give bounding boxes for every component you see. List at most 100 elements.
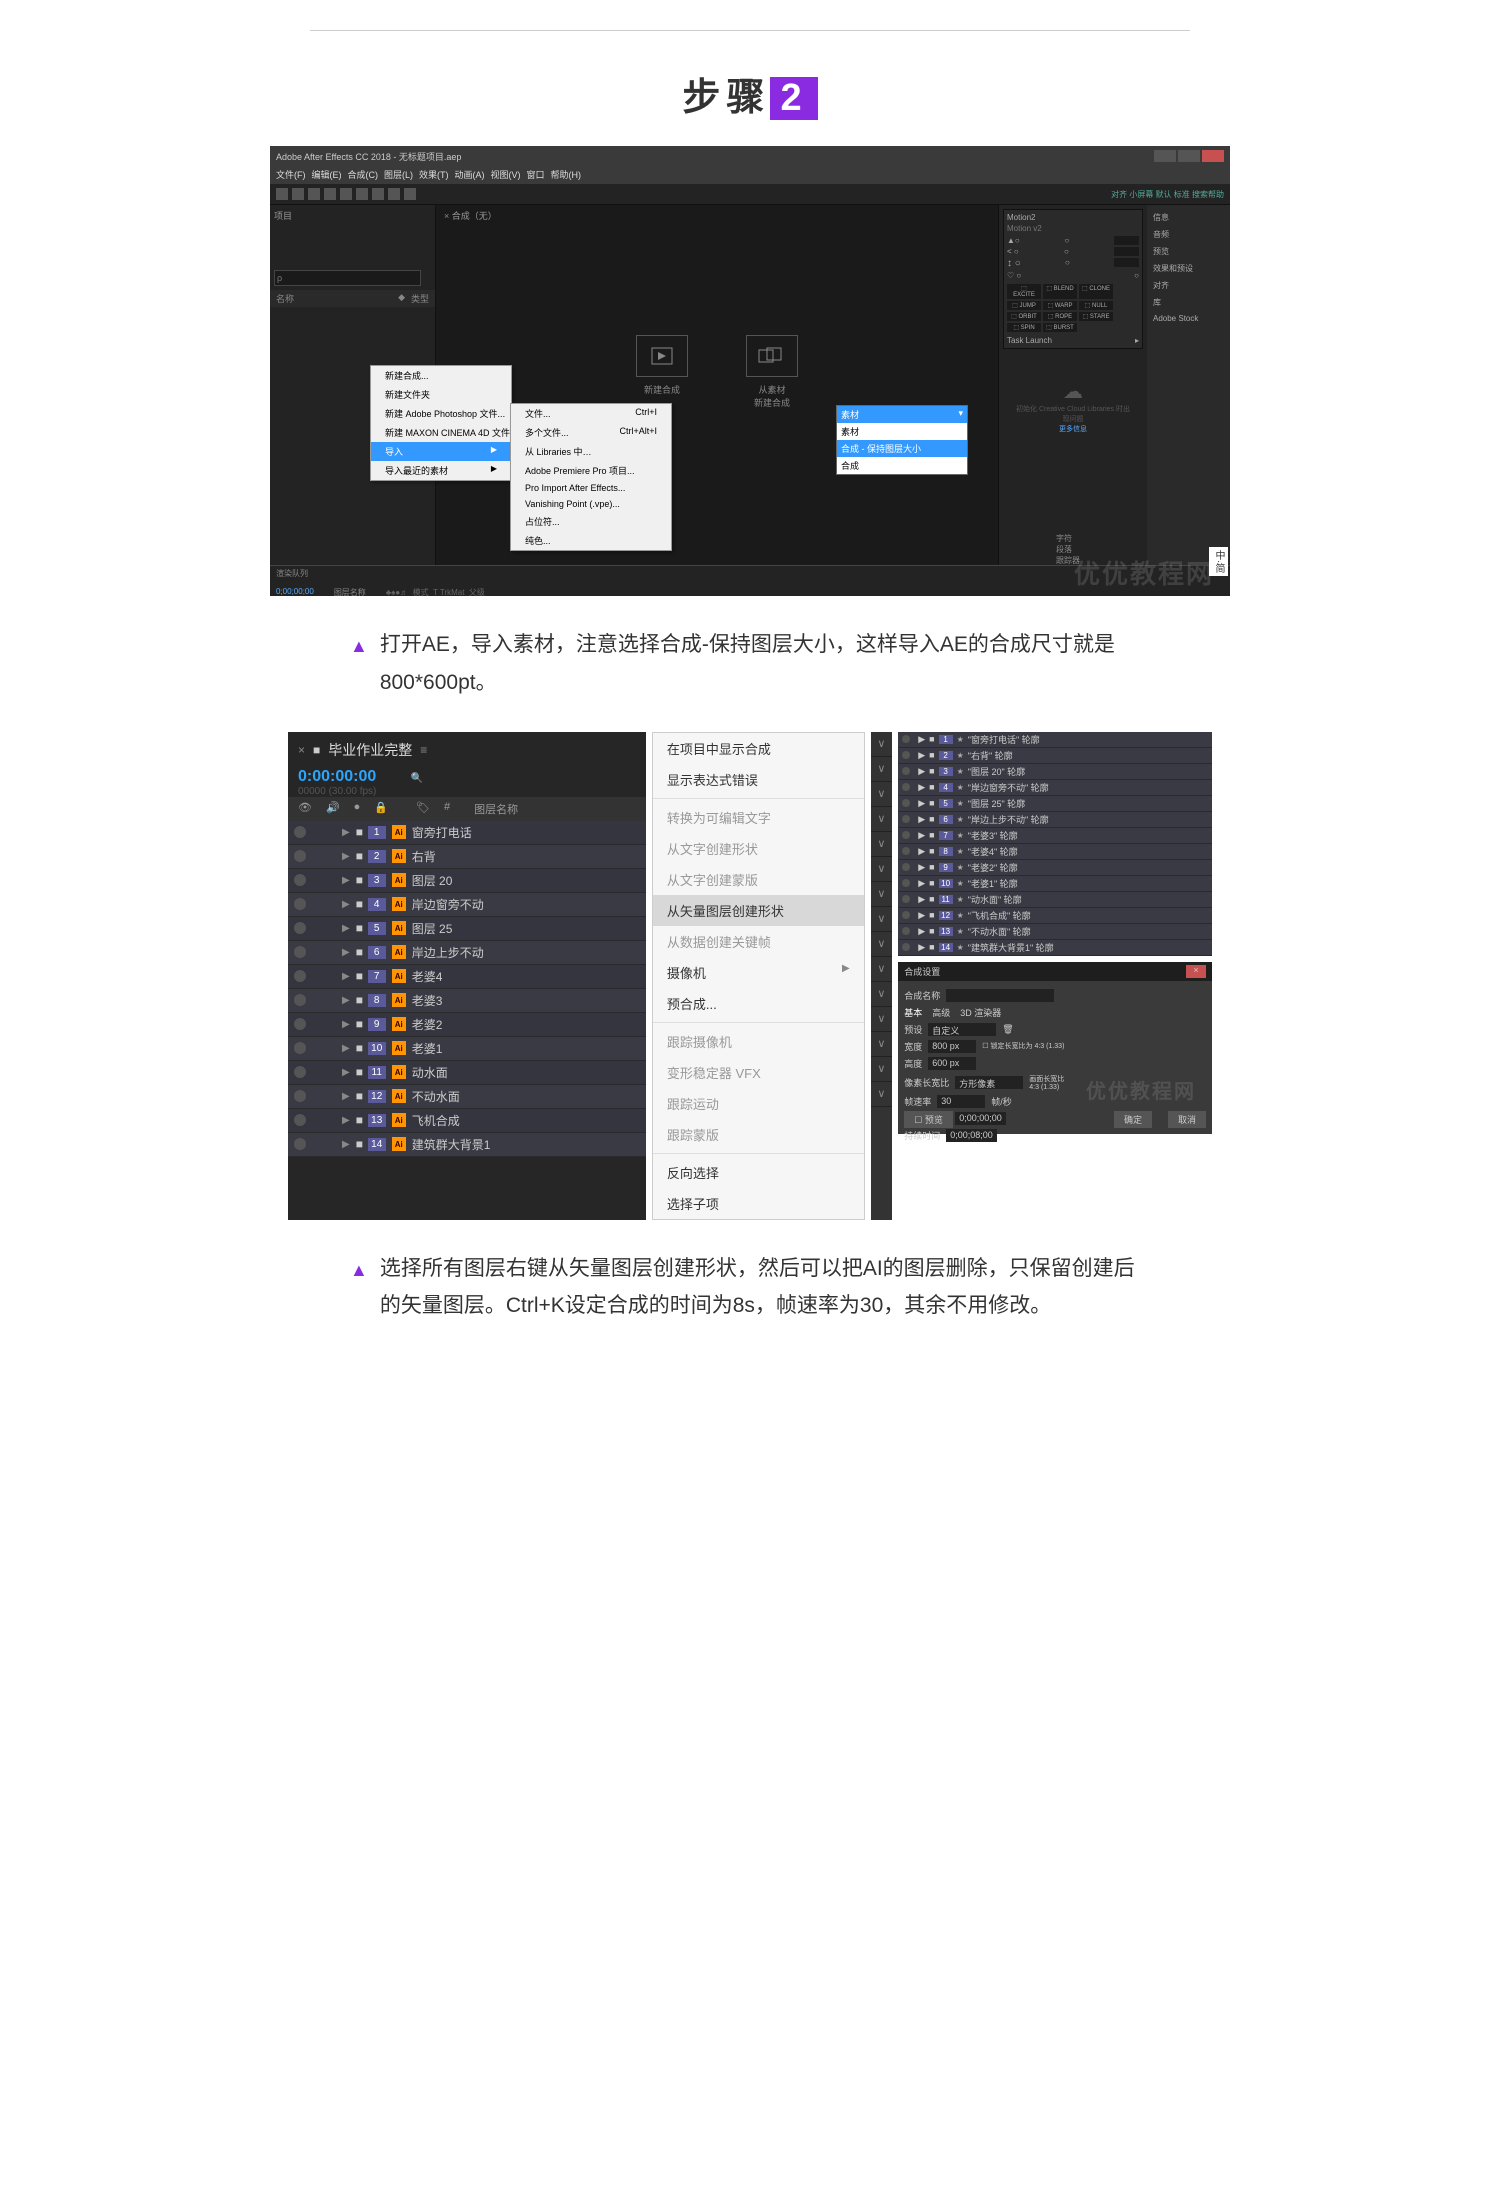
side-stamp: 中·简 [1209,547,1228,576]
outline-row[interactable]: ▶■5★"图层 25" 轮廓 [898,796,1212,812]
outline-row[interactable]: ▶■3★"图层 20" 轮廓 [898,764,1212,780]
layer-row[interactable]: ▶■3Ai图层 20 [288,869,646,893]
hand-tool-icon[interactable] [292,188,304,200]
timeline-panel-2[interactable]: ×■毕业作业完整≡ 0:00:00:00 🔍 00000 (30.00 fps)… [288,732,646,1220]
outline-row[interactable]: ▶■14★"建筑群大背景1" 轮廓 [898,940,1212,956]
layer-row[interactable]: ▶■11Ai动水面 [288,1061,646,1085]
visibility-icon[interactable] [294,1042,306,1054]
layer-row[interactable]: ▶■13Ai飞机合成 [288,1109,646,1133]
visibility-icon[interactable] [294,946,306,958]
visibility-icon [902,879,910,887]
camera-tool-icon[interactable] [340,188,352,200]
layer-row[interactable]: ▶■1Ai窗旁打电话 [288,821,646,845]
visibility-icon [902,799,910,807]
visibility-icon[interactable] [294,922,306,934]
pan-tool-icon[interactable] [356,188,368,200]
layer-row[interactable]: ▶■7Ai老婆4 [288,965,646,989]
maximize-button[interactable] [1178,150,1200,162]
ai-file-icon: Ai [392,1089,406,1103]
ai-file-icon: Ai [392,1137,406,1151]
ai-file-icon: Ai [392,1017,406,1031]
close-icon[interactable]: × [1186,965,1206,978]
rotate-tool-icon[interactable] [324,188,336,200]
visibility-icon [902,751,910,759]
ai-file-icon: Ai [392,1065,406,1079]
ai-file-icon: Ai [392,921,406,935]
ok-button[interactable]: 确定 [1114,1111,1152,1128]
outline-timeline[interactable]: ▶■1★"窗旁打电话" 轮廓▶■2★"右背" 轮廓▶■3★"图层 20" 轮廓▶… [898,732,1212,956]
layer-row[interactable]: ▶■8Ai老婆3 [288,989,646,1013]
outline-row[interactable]: ▶■4★"岸边窗旁不动" 轮廓 [898,780,1212,796]
project-panel[interactable]: 项目 名称◆类型 新建合成...新建文件夹新建 Adobe Photoshop … [270,205,436,565]
outline-row[interactable]: ▶■12★"飞机合成" 轮廓 [898,908,1212,924]
outline-row[interactable]: ▶■7★"老婆3" 轮廓 [898,828,1212,844]
layer-row[interactable]: ▶■12Ai不动水面 [288,1085,646,1109]
visibility-icon[interactable] [294,1066,306,1078]
outline-row[interactable]: ▶■2★"右背" 轮廓 [898,748,1212,764]
search-input[interactable] [274,270,421,286]
pen-tool-icon[interactable] [388,188,400,200]
visibility-icon[interactable] [294,826,306,838]
layer-row[interactable]: ▶■14Ai建筑群大背景1 [288,1133,646,1157]
outline-row[interactable]: ▶■13★"不动水面" 轮廓 [898,924,1212,940]
layer-context-menu[interactable]: 在项目中显示合成显示表达式错误转换为可编辑文字从文字创建形状从文字创建蒙版从矢量… [652,732,865,1220]
new-comp-tile[interactable]: 新建合成 [622,335,702,409]
outline-row[interactable]: ▶■11★"动水面" 轮廓 [898,892,1212,908]
layer-row[interactable]: ▶■6Ai岸边上步不动 [288,941,646,965]
visibility-icon[interactable] [294,994,306,1006]
minimize-button[interactable] [1154,150,1176,162]
menubar[interactable]: 文件(F)编辑(E)合成(C)图层(L)效果(T)动画(A)视图(V)窗口帮助(… [270,166,1230,184]
selection-tool-icon[interactable] [276,188,288,200]
collapse-column[interactable]: ∨∨∨∨∨∨∨∨∨∨∨∨∨∨∨ [871,732,893,1220]
zoom-tool-icon[interactable] [308,188,320,200]
close-button[interactable] [1202,150,1224,162]
toolbar[interactable]: 对齐 小屏幕 默认 标准 搜索帮助 [270,184,1230,205]
outline-row[interactable]: ▶■8★"老婆4" 轮廓 [898,844,1212,860]
visibility-icon[interactable] [294,898,306,910]
visibility-icon [902,943,910,951]
import-kind-dropdown[interactable]: 素材▾素材合成 - 保持图层大小合成 [836,405,968,475]
caption-1: ▲ 打开AE，导入素材，注意选择合成-保持图层大小，这样导入AE的合成尺寸就是8… [270,596,1230,732]
panels-row: ×■毕业作业完整≡ 0:00:00:00 🔍 00000 (30.00 fps)… [288,732,1212,1220]
layer-row[interactable]: ▶■9Ai老婆2 [288,1013,646,1037]
layer-row[interactable]: ▶■5Ai图层 25 [288,917,646,941]
visibility-icon [902,767,910,775]
project-context-menu[interactable]: 新建合成...新建文件夹新建 Adobe Photoshop 文件...新建 M… [370,365,512,481]
ai-file-icon: Ai [392,825,406,839]
layer-row[interactable]: ▶■10Ai老婆1 [288,1037,646,1061]
visibility-icon [902,831,910,839]
visibility-icon[interactable] [294,1114,306,1126]
ai-file-icon: Ai [392,897,406,911]
visibility-icon[interactable] [294,970,306,982]
visibility-icon[interactable] [294,1138,306,1150]
outline-row[interactable]: ▶■10★"老婆1" 轮廓 [898,876,1212,892]
cancel-button[interactable]: 取消 [1168,1111,1206,1128]
ai-file-icon: Ai [392,873,406,887]
composition-settings-dialog[interactable]: 合成设置× 合成名称 基本高级3D 渲染器 预设自定义🗑 宽度800 px☐ 锁… [898,962,1212,1134]
right-tabs[interactable]: 信息音频预览效果和预设对齐库Adobe Stock [1147,205,1230,565]
import-submenu[interactable]: 文件...Ctrl+I多个文件...Ctrl+Alt+I从 Libraries … [510,403,672,551]
rect-tool-icon[interactable] [372,188,384,200]
visibility-icon[interactable] [294,1018,306,1030]
visibility-icon [902,911,910,919]
text-tool-icon[interactable] [404,188,416,200]
outline-row[interactable]: ▶■1★"窗旁打电话" 轮廓 [898,732,1212,748]
layer-row[interactable]: ▶■2Ai右背 [288,845,646,869]
new-comp-from-footage-tile[interactable]: 从素材 新建合成 [732,335,812,409]
preview-checkbox[interactable]: ☐ 预览 [904,1111,953,1128]
outline-row[interactable]: ▶■9★"老婆2" 轮廓 [898,860,1212,876]
visibility-icon [902,863,910,871]
visibility-icon[interactable] [294,1090,306,1102]
ae-window: Adobe After Effects CC 2018 - 无标题项目.aep … [270,146,1230,596]
watermark: 优优教程网 [1074,554,1214,591]
motion-panel: Motion2 Motion v2 ▲○○ < ○○ ↕ ○○ ♡ ○○ ⬚ E… [998,205,1147,565]
visibility-icon [902,783,910,791]
layer-row[interactable]: ▶■4Ai岸边窗旁不动 [288,893,646,917]
visibility-icon[interactable] [294,874,306,886]
comp-name-input[interactable] [946,989,1054,1002]
outline-row[interactable]: ▶■6★"岸边上步不动" 轮廓 [898,812,1212,828]
visibility-icon[interactable] [294,850,306,862]
ai-file-icon: Ai [392,993,406,1007]
visibility-icon [902,927,910,935]
visibility-icon [902,895,910,903]
